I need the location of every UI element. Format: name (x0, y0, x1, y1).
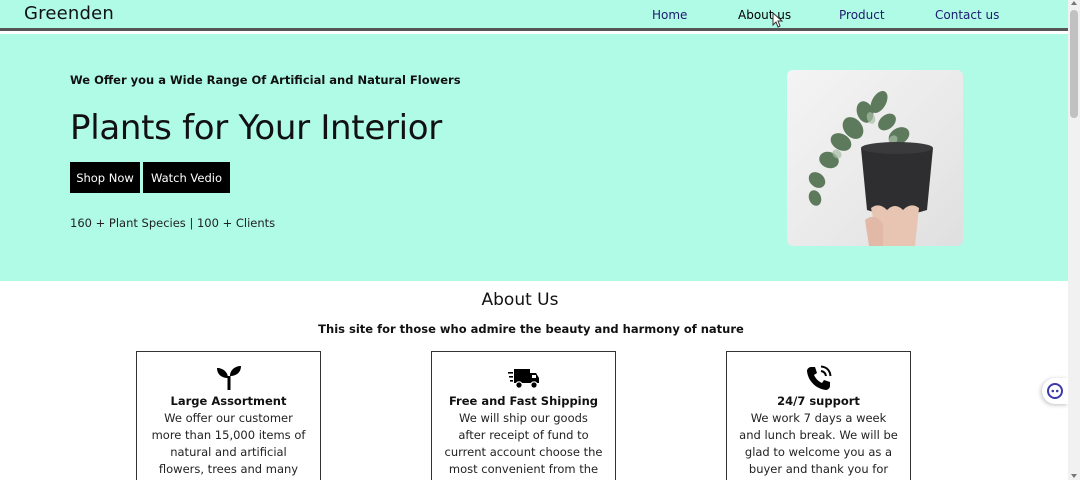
shipping-truck-icon (507, 369, 539, 389)
card-text: We offer our customer more than 15,000 i… (151, 411, 306, 476)
scroll-down-arrow-icon[interactable] (1071, 474, 1077, 478)
phone-call-icon (806, 365, 831, 390)
potted-plant-image (787, 70, 963, 246)
vertical-scrollbar[interactable] (1068, 0, 1080, 480)
about-title: About Us (481, 290, 559, 310)
hero-stats: 160 + Plant Species | 100 + Clients (70, 216, 276, 230)
hero-title: Plants for Your Interior (70, 108, 442, 148)
card-text: We will ship our goods after receipt of … (444, 411, 603, 480)
card-title: Large Assortment (170, 394, 287, 408)
shop-now-button[interactable]: Shop Now (70, 162, 140, 193)
hero-section: We Offer you a Wide Range Of Artificial … (0, 34, 1068, 281)
page-viewport: Greenden Home About us Product Contact u… (0, 0, 1068, 480)
card-title: Free and Fast Shipping (448, 394, 599, 408)
mouse-pointer-icon (772, 12, 784, 28)
seedling-icon (216, 366, 241, 390)
scroll-up-arrow-icon[interactable] (1071, 1, 1077, 5)
assistant-widget-button[interactable] (1042, 378, 1068, 404)
scrollbar-thumb[interactable] (1070, 10, 1078, 118)
nav-link-contact-us[interactable]: Contact us (935, 8, 999, 22)
card-text: We work 7 days a week and lunch break. W… (739, 411, 898, 476)
feature-card-assortment: Large Assortment We offer our customer m… (136, 351, 321, 480)
nav-link-home[interactable]: Home (652, 8, 687, 22)
brand-logo[interactable]: Greenden (24, 3, 114, 24)
nav-link-product[interactable]: Product (839, 8, 885, 22)
card-title: 24/7 support (777, 394, 860, 408)
feature-card-shipping: Free and Fast Shipping We will ship our … (431, 351, 616, 480)
potted-plant-illustration (808, 91, 933, 246)
hero-tagline: We Offer you a Wide Range Of Artificial … (70, 73, 461, 87)
assistant-face-icon (1047, 383, 1063, 399)
watch-video-button[interactable]: Watch Vedio (143, 162, 230, 193)
about-subtitle: This site for those who admire the beaut… (318, 322, 744, 336)
feature-card-support: 24/7 support We work 7 days a week and l… (726, 351, 911, 480)
top-navbar: Greenden Home About us Product Contact u… (0, 0, 1068, 31)
